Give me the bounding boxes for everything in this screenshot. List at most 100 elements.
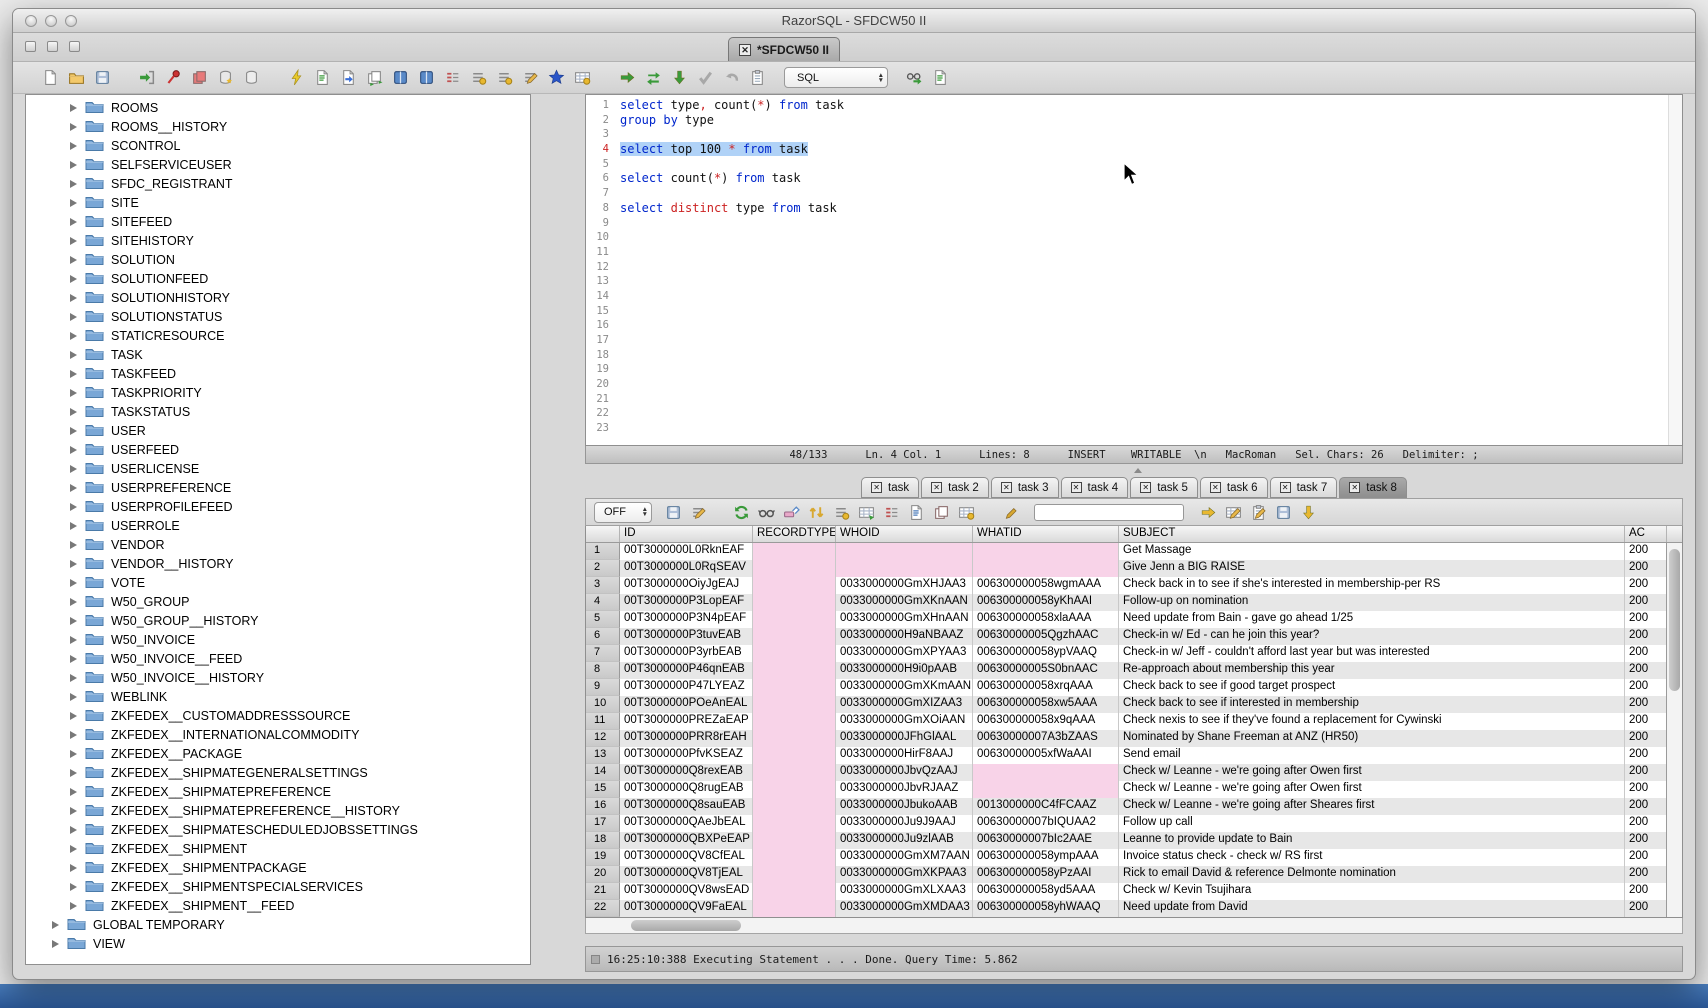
export-results-icon[interactable]	[1224, 503, 1243, 522]
expand-arrow-icon[interactable]	[70, 237, 77, 245]
close-tab-icon[interactable]: ✕	[1071, 482, 1082, 493]
tree-item-site[interactable]: SITE	[26, 193, 530, 212]
code-line[interactable]	[620, 274, 844, 289]
cell-subject[interactable]: Check w/ Leanne - we're going after Owen…	[1119, 781, 1625, 798]
form-view-icon[interactable]	[907, 503, 926, 522]
cell-whatid[interactable]	[973, 560, 1119, 577]
cell-whoid[interactable]: 0033000000GmXKmAAN	[836, 679, 973, 696]
row-number-cell[interactable]: 4	[586, 594, 620, 611]
cell-recordtypeid[interactable]	[753, 866, 836, 883]
cell-subject[interactable]: Re-approach about membership this year	[1119, 662, 1625, 679]
cell-id[interactable]: 00T3000000P3tuvEAB	[620, 628, 753, 645]
cell-whatid[interactable]: 006300000058ypVAAQ	[973, 645, 1119, 662]
cell-recordtypeid[interactable]	[753, 611, 836, 628]
copy-rows-icon[interactable]	[932, 503, 951, 522]
cell-whatid[interactable]: 006300000058yKhAAI	[973, 594, 1119, 611]
cell-whoid[interactable]: 0033000000JbukoAAB	[836, 798, 973, 815]
expand-arrow-icon[interactable]	[70, 275, 77, 283]
cell-whatid[interactable]: 006300000058xrqAAA	[973, 679, 1119, 696]
document-tab[interactable]: ✕ *SFDCW50 II	[728, 37, 840, 61]
cell-whatid[interactable]: 00630000005S0bnAAC	[973, 662, 1119, 679]
tree-item-sitefeed[interactable]: SITEFEED	[26, 212, 530, 231]
disconnect-database-icon[interactable]	[164, 68, 183, 87]
result-tab-task[interactable]: ✕task	[861, 477, 919, 498]
code-line[interactable]	[620, 157, 844, 172]
tree-item-zkfedex__shipmentspecialservices[interactable]: ZKFEDEX__SHIPMENTSPECIALSERVICES	[26, 877, 530, 896]
tree-item-zkfedex__customaddresssource[interactable]: ZKFEDEX__CUSTOMADDRESSSOURCE	[26, 706, 530, 725]
cell-whatid[interactable]: 00630000007bIQUAA2	[973, 815, 1119, 832]
rollback-icon[interactable]	[216, 68, 235, 87]
tree-item-zkfedex__shipmategeneralsettings[interactable]: ZKFEDEX__SHIPMATEGENERALSETTINGS	[26, 763, 530, 782]
cell-ac[interactable]: 200	[1625, 543, 1667, 560]
expand-arrow-icon[interactable]	[70, 104, 77, 112]
row-number-cell[interactable]: 8	[586, 662, 620, 679]
cell-subject[interactable]: Check back to see if good target prospec…	[1119, 679, 1625, 696]
tree-item-taskpriority[interactable]: TASKPRIORITY	[26, 383, 530, 402]
save-grid-icon[interactable]	[1274, 503, 1293, 522]
row-number-cell[interactable]: 17	[586, 815, 620, 832]
table-row[interactable]: 1800T3000000QBXPeEAP0033000000Ju9zlAAB00…	[586, 832, 1682, 849]
search-editor-icon[interactable]	[905, 68, 924, 87]
tree-item-w50_invoice[interactable]: W50_INVOICE	[26, 630, 530, 649]
expand-arrow-icon[interactable]	[70, 332, 77, 340]
table-row[interactable]: 1400T3000000Q8rexEAB0033000000JbvQzAAJCh…	[586, 764, 1682, 781]
tree-item-zkfedex__shipment[interactable]: ZKFEDEX__SHIPMENT	[26, 839, 530, 858]
expand-arrow-icon[interactable]	[70, 370, 77, 378]
execute-sql-icon[interactable]	[618, 68, 637, 87]
expand-arrow-icon[interactable]	[70, 218, 77, 226]
table-row[interactable]: 600T3000000P3tuvEAB0033000000H9aNBAAZ006…	[586, 628, 1682, 645]
auto-refresh-icon[interactable]	[365, 68, 384, 87]
expand-arrow-icon[interactable]	[70, 617, 77, 625]
cell-ac[interactable]: 200	[1625, 747, 1667, 764]
expand-arrow-icon[interactable]	[70, 123, 77, 131]
tree-item-w50_group__history[interactable]: W50_GROUP__HISTORY	[26, 611, 530, 630]
cell-subject[interactable]: Check nexis to see if they've found a re…	[1119, 713, 1625, 730]
expand-arrow-icon[interactable]	[52, 940, 59, 948]
result-tab-task-4[interactable]: ✕task 4	[1061, 477, 1129, 498]
cell-recordtypeid[interactable]	[753, 696, 836, 713]
cell-recordtypeid[interactable]	[753, 645, 836, 662]
cell-whatid[interactable]: 00630000007A3bZAAS	[973, 730, 1119, 747]
frame-button-1-icon[interactable]	[25, 41, 36, 52]
column-header-recordtypeid[interactable]: RECORDTYPEID	[753, 526, 836, 542]
cell-whoid[interactable]: 0033000000GmXM7AAN	[836, 849, 973, 866]
row-number-cell[interactable]: 3	[586, 577, 620, 594]
table-row[interactable]: 1100T3000000PREZaEAP0033000000GmXOiAAN00…	[586, 713, 1682, 730]
cell-subject[interactable]: Get Massage	[1119, 543, 1625, 560]
cell-id[interactable]: 00T3000000QV8CfEAL	[620, 849, 753, 866]
expand-arrow-icon[interactable]	[70, 750, 77, 758]
row-number-cell[interactable]: 13	[586, 747, 620, 764]
cell-ac[interactable]: 200	[1625, 798, 1667, 815]
table-row[interactable]: 300T3000000OiyJgEAJ0033000000GmXHJAA3006…	[586, 577, 1682, 594]
new-file-icon[interactable]	[41, 68, 60, 87]
cell-recordtypeid[interactable]	[753, 594, 836, 611]
table-row[interactable]: 200T3000000L0RqSEAVGive Jenn a BIG RAISE…	[586, 560, 1682, 577]
expand-arrow-icon[interactable]	[70, 712, 77, 720]
row-number-cell[interactable]: 1	[586, 543, 620, 560]
result-tab-task-6[interactable]: ✕task 6	[1200, 477, 1268, 498]
cell-subject[interactable]: Send email	[1119, 747, 1625, 764]
expand-arrow-icon[interactable]	[70, 256, 77, 264]
expand-arrow-icon[interactable]	[70, 465, 77, 473]
code-line[interactable]	[620, 186, 844, 201]
database-browser-icon[interactable]	[417, 68, 436, 87]
tree-item-sfdc_registrant[interactable]: SFDC_REGISTRANT	[26, 174, 530, 193]
result-tab-task-2[interactable]: ✕task 2	[921, 477, 989, 498]
minimize-window-button[interactable]	[45, 15, 57, 27]
expand-arrow-icon[interactable]	[70, 636, 77, 644]
database-tools-icon[interactable]	[242, 68, 261, 87]
results-vscroll-thumb[interactable]	[1669, 549, 1680, 691]
row-number-cell[interactable]: 22	[586, 900, 620, 917]
cell-ac[interactable]: 200	[1625, 866, 1667, 883]
row-number-cell[interactable]: 12	[586, 730, 620, 747]
cell-recordtypeid[interactable]	[753, 781, 836, 798]
table-row[interactable]: 1200T3000000PRR8rEAH0033000000JFhGlAAL00…	[586, 730, 1682, 747]
cell-subject[interactable]: Rick to email David & reference Delmonte…	[1119, 866, 1625, 883]
format-options-icon[interactable]	[495, 68, 514, 87]
row-number-cell[interactable]: 21	[586, 883, 620, 900]
auto-commit-select-stepper-icon[interactable]: ▲▼	[642, 507, 648, 517]
expand-arrow-icon[interactable]	[70, 503, 77, 511]
cell-ac[interactable]: 200	[1625, 628, 1667, 645]
cell-id[interactable]: 00T3000000QV9FaEAL	[620, 900, 753, 917]
cell-subject[interactable]: Check w/ Leanne - we're going after Owen…	[1119, 764, 1625, 781]
